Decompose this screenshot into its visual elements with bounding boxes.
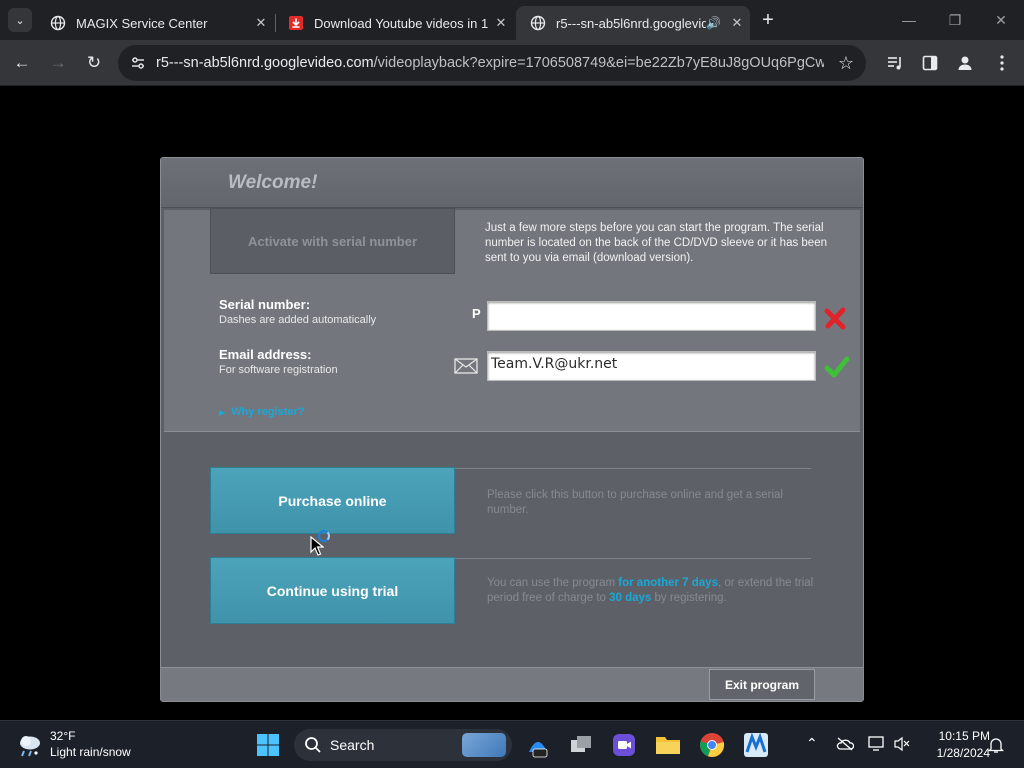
divider (455, 468, 811, 469)
globe-icon (530, 15, 546, 31)
browser-tab-bar: ⌄ MAGIX Service Center ✕ Download Youtub… (0, 0, 1024, 40)
notification-bell-icon[interactable] (988, 736, 1004, 754)
search-icon (305, 737, 321, 753)
address-bar[interactable]: r5---sn-ab5l6nrd.googlevideo.com/videopl… (118, 45, 866, 81)
taskbar-file-explorer[interactable] (654, 731, 682, 759)
clock-time[interactable]: 10:15 PM (920, 729, 990, 743)
onedrive-cloud-icon[interactable] (836, 737, 854, 751)
tab-title: MAGIX Service Center (76, 15, 208, 31)
store-preview-icon (529, 742, 548, 758)
weather-condition[interactable]: Light rain/snow (50, 745, 131, 759)
why-register-label: Why register? (231, 406, 305, 418)
chevron-down-icon: ⌄ (15, 14, 25, 27)
tab-search-button[interactable]: ⌄ (8, 8, 32, 32)
valid-check-icon (824, 356, 850, 378)
tab-title: Download Youtube videos in 10 (314, 15, 488, 31)
close-tab-icon[interactable]: ✕ (724, 15, 750, 31)
serial-number-input[interactable] (487, 301, 816, 331)
search-label: Search (330, 737, 375, 753)
camera-app-icon (613, 734, 635, 756)
site-info-icon[interactable] (120, 45, 156, 81)
taskbar-video-app[interactable] (610, 731, 638, 759)
profile-icon[interactable] (954, 52, 976, 74)
why-register-link[interactable]: ▶ Why register? (219, 406, 305, 418)
dialog-header: Welcome! (161, 158, 863, 208)
reload-icon: ↻ (86, 53, 102, 72)
trial-extended-days: 30 days (609, 592, 652, 604)
magix-welcome-dialog: Welcome! Activate with serial number Jus… (160, 157, 864, 702)
exit-program-button[interactable]: Exit program (709, 669, 815, 700)
search-highlight-image (462, 733, 506, 757)
video-frame[interactable]: Welcome! Activate with serial number Jus… (0, 87, 1024, 720)
close-window-button[interactable]: ✕ (978, 0, 1024, 40)
back-button[interactable]: ← (8, 49, 36, 77)
trial-text-part: by registering. (651, 592, 727, 604)
dialog-title: Welcome! (228, 172, 318, 193)
rain-snow-cloud-icon[interactable] (16, 731, 44, 759)
show-hidden-icons-chevron-icon[interactable]: ⌃ (806, 735, 818, 752)
media-controls-icon[interactable] (884, 52, 906, 74)
dialog-footer: Exit program (161, 667, 863, 701)
trial-text-part: You can use the program (487, 577, 619, 589)
tab-title: r5---sn-ab5l6nrd.googlevide (556, 15, 706, 31)
activation-panel: Activate with serial number Just a few m… (164, 208, 860, 432)
clock-date[interactable]: 1/28/2024 (914, 746, 990, 760)
tab-magix-service-center[interactable]: MAGIX Service Center ✕ (36, 6, 274, 40)
taskbar-magix-app[interactable] (742, 731, 770, 759)
speaker-icon[interactable]: 🔊 (706, 16, 724, 30)
globe-icon (50, 15, 66, 31)
close-tab-icon[interactable]: ✕ (488, 15, 514, 31)
continue-trial-button[interactable]: Continue using trial (210, 557, 455, 624)
divider (455, 558, 811, 559)
intro-text: Just a few more steps before you can sta… (485, 222, 827, 264)
invalid-x-icon (824, 307, 846, 330)
network-monitor-icon[interactable] (868, 736, 886, 752)
taskbar-task-view[interactable] (567, 731, 595, 759)
url-host: r5---sn-ab5l6nrd.googlevideo.com (156, 55, 374, 71)
serial-hint: Dashes are added automatically (219, 314, 377, 326)
purchase-online-button[interactable]: Purchase online (210, 467, 455, 534)
speaker-muted-icon[interactable] (893, 736, 911, 752)
new-tab-button[interactable]: + (756, 8, 780, 32)
side-panel-icon[interactable] (919, 52, 941, 74)
serial-label: Serial number: (219, 297, 311, 312)
purchase-description: Please click this button to purchase onl… (487, 489, 783, 516)
email-address-input[interactable]: Team.V.R@ukr.net (487, 351, 816, 381)
tab-googlevideo[interactable]: r5---sn-ab5l6nrd.googlevide 🔊 ✕ (516, 6, 750, 40)
email-hint: For software registration (219, 364, 338, 376)
activate-serial-tab[interactable]: Activate with serial number (210, 208, 455, 274)
magix-app-icon (744, 732, 768, 757)
arrow-right-icon: → (49, 53, 67, 72)
close-tab-icon[interactable]: ✕ (248, 15, 274, 31)
windows-taskbar: 32°F Light rain/snow Search ⌃ 10:15 PM 1… (0, 720, 1024, 768)
loading-spinner-icon (318, 530, 330, 542)
browser-toolbar: ← → ↻ r5---sn-ab5l6nrd.googlevideo.com/v… (0, 40, 1024, 86)
forward-button[interactable]: → (44, 49, 72, 77)
download-icon (289, 16, 303, 30)
taskbar-search-box[interactable]: Search (294, 729, 512, 761)
windows-start-icon[interactable] (256, 733, 280, 757)
kebab-menu-icon[interactable] (991, 52, 1013, 74)
reload-button[interactable]: ↻ (80, 49, 108, 77)
email-label: Email address: (219, 347, 312, 362)
plus-icon: + (762, 8, 774, 31)
serial-prefix: P (472, 306, 481, 321)
url-path: /videoplayback?expire=1706508749&ei=be22… (373, 55, 824, 71)
restore-button[interactable]: ❐ (932, 0, 978, 40)
tab-download-youtube[interactable]: Download Youtube videos in 10 ✕ (274, 6, 514, 40)
triangle-right-icon: ▶ (219, 408, 226, 417)
arrow-left-icon: ← (13, 53, 31, 72)
url-text[interactable]: r5---sn-ab5l6nrd.googlevideo.com/videopl… (156, 55, 824, 71)
envelope-icon (454, 358, 478, 374)
taskbar-chrome[interactable] (698, 731, 726, 759)
weather-temperature[interactable]: 32°F (50, 729, 75, 743)
bookmark-star-icon[interactable]: ☆ (838, 53, 854, 74)
minimize-button[interactable]: — (886, 0, 932, 40)
trial-days-remaining: for another 7 days (618, 577, 718, 589)
chrome-icon (700, 733, 725, 758)
trial-description: You can use the program for another 7 da… (487, 576, 827, 606)
taskbar-app-store-preview[interactable] (524, 731, 552, 759)
task-view-icon (571, 736, 591, 752)
folder-icon (656, 737, 680, 754)
